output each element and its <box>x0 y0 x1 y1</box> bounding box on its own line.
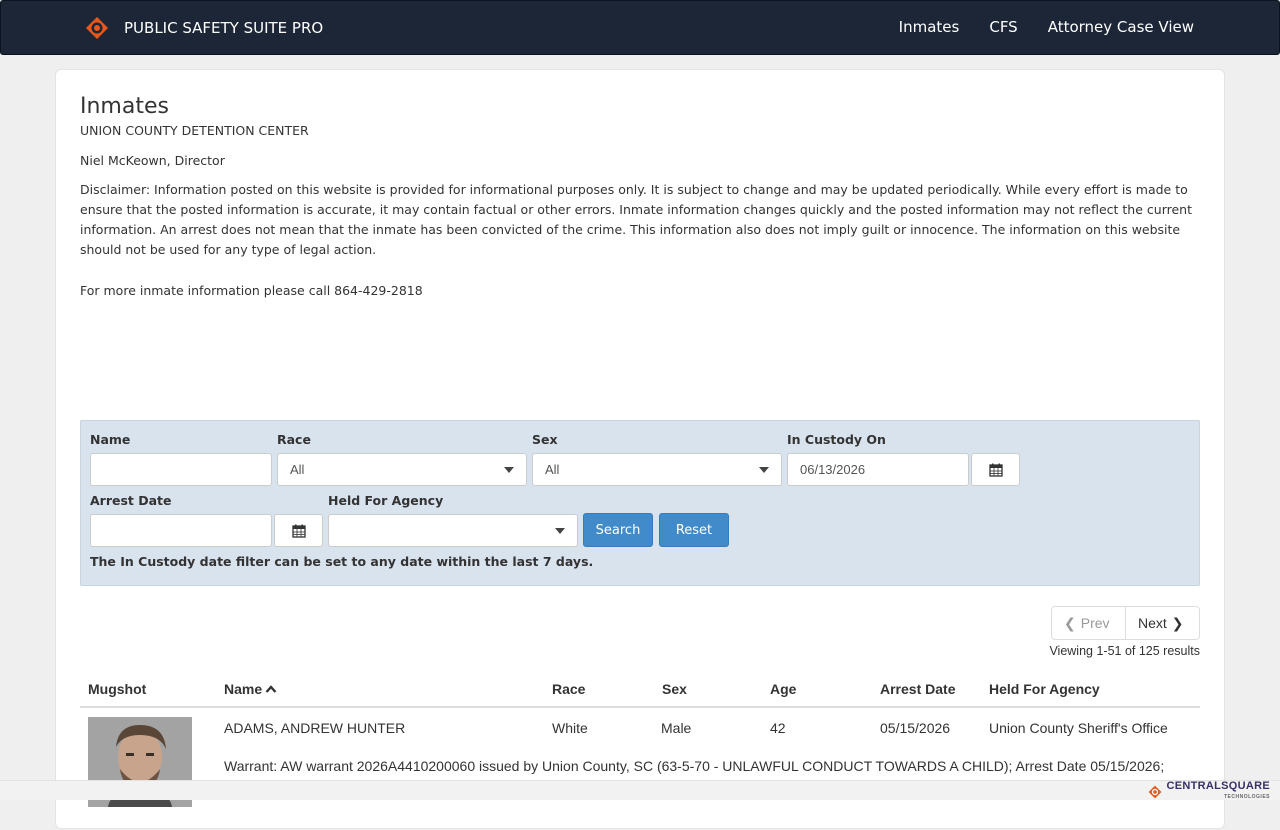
sex-select-value: All <box>545 462 560 477</box>
column-header-name[interactable]: Name <box>224 681 277 697</box>
agency-label: Held For Agency <box>328 493 444 508</box>
inmate-race: White <box>552 720 588 736</box>
agency-select[interactable] <box>328 514 578 547</box>
next-label: Next <box>1138 615 1167 631</box>
search-panel: Name Race All Sex All In Custody On 06/1… <box>80 420 1200 586</box>
inmate-age: 42 <box>770 720 786 736</box>
nav-link-attorney-case-view[interactable]: Attorney Case View <box>1048 18 1194 36</box>
sex-select[interactable]: All <box>532 453 782 486</box>
column-header-agency: Held For Agency <box>989 681 1100 697</box>
disclaimer-text: Disclaimer: Information posted on this w… <box>80 182 1192 257</box>
footer-brand: CENTRALSQUARE <box>1166 780 1270 792</box>
inmate-arrest-date: 05/15/2026 <box>880 720 951 736</box>
chevron-right-icon: ❯ <box>1171 614 1184 631</box>
inmate-charges: Warrant: AW warrant 2026A4410200060 issu… <box>224 758 1165 774</box>
director-name: Niel McKeown, Director <box>80 153 225 168</box>
reset-button[interactable]: Reset <box>659 513 729 547</box>
table-header: Mugshot Name Race Sex Age Arrest Date He… <box>80 675 1200 708</box>
arrest-date-label: Arrest Date <box>90 493 172 508</box>
page-title: Inmates <box>80 94 169 119</box>
prev-label: Prev <box>1080 615 1110 631</box>
brand-title: PUBLIC SAFETY SUITE PRO <box>124 19 324 37</box>
column-header-race: Race <box>552 681 586 697</box>
chevron-down-icon <box>759 466 769 473</box>
race-select-value: All <box>290 462 305 477</box>
column-header-arrest-date: Arrest Date <box>880 681 956 697</box>
race-select[interactable]: All <box>277 453 527 486</box>
nav-link-cfs[interactable]: CFS <box>989 18 1017 36</box>
centralsquare-logo-icon <box>1149 785 1162 799</box>
prev-page-button[interactable]: ❮ Prev <box>1051 606 1126 640</box>
results-count: Viewing 1-51 of 125 results <box>1049 644 1200 658</box>
search-button[interactable]: Search <box>583 513 653 547</box>
name-label: Name <box>90 432 131 447</box>
calendar-icon <box>291 524 306 538</box>
nav-links: Inmates CFS Attorney Case View <box>869 18 1194 36</box>
organization-name: UNION COUNTY DETENTION CENTER <box>80 123 309 138</box>
arrest-date-input[interactable] <box>90 514 272 547</box>
custody-hint-text: The In Custody date filter can be set to… <box>90 554 594 569</box>
sort-ascending-icon <box>265 685 277 693</box>
brand-logo-icon <box>86 17 108 39</box>
inmate-name[interactable]: ADAMS, ANDREW HUNTER <box>224 720 405 736</box>
chevron-left-icon: ❮ <box>1064 614 1076 631</box>
column-header-age: Age <box>770 681 797 697</box>
chevron-down-icon <box>555 527 565 534</box>
top-navbar: PUBLIC SAFETY SUITE PRO Inmates CFS Atto… <box>0 0 1280 55</box>
race-label: Race <box>277 432 311 447</box>
column-header-name-label: Name <box>224 681 263 697</box>
custody-date-value: 06/13/2026 <box>800 462 866 477</box>
column-header-mugshot: Mugshot <box>88 681 147 697</box>
brand[interactable]: PUBLIC SAFETY SUITE PRO <box>85 16 323 40</box>
more-info-text: For more inmate information please call … <box>80 283 423 298</box>
table-row[interactable]: ADAMS, ANDREW HUNTER White Male 42 05/15… <box>80 710 1200 830</box>
arrest-calendar-button[interactable] <box>274 514 323 547</box>
footer-brand-sub: TECHNOLOGIES <box>1223 794 1270 800</box>
inmate-agency: Union County Sheriff's Office <box>989 720 1168 736</box>
next-page-button[interactable]: Next ❯ <box>1126 606 1200 640</box>
column-header-sex: Sex <box>662 681 687 697</box>
name-input[interactable] <box>90 453 272 486</box>
footer: CENTRALSQUARE TECHNOLOGIES <box>0 780 1280 800</box>
custody-calendar-button[interactable] <box>971 453 1020 486</box>
calendar-icon <box>988 463 1003 477</box>
nav-link-inmates[interactable]: Inmates <box>899 18 960 36</box>
custody-label: In Custody On <box>787 432 886 447</box>
pagination: ❮ Prev Next ❯ <box>1051 606 1200 640</box>
custody-date-input[interactable]: 06/13/2026 <box>787 453 969 486</box>
sex-label: Sex <box>532 432 558 447</box>
inmate-sex: Male <box>661 720 692 736</box>
main-card: Inmates UNION COUNTY DETENTION CENTER Ni… <box>55 69 1225 829</box>
chevron-down-icon <box>504 466 514 473</box>
